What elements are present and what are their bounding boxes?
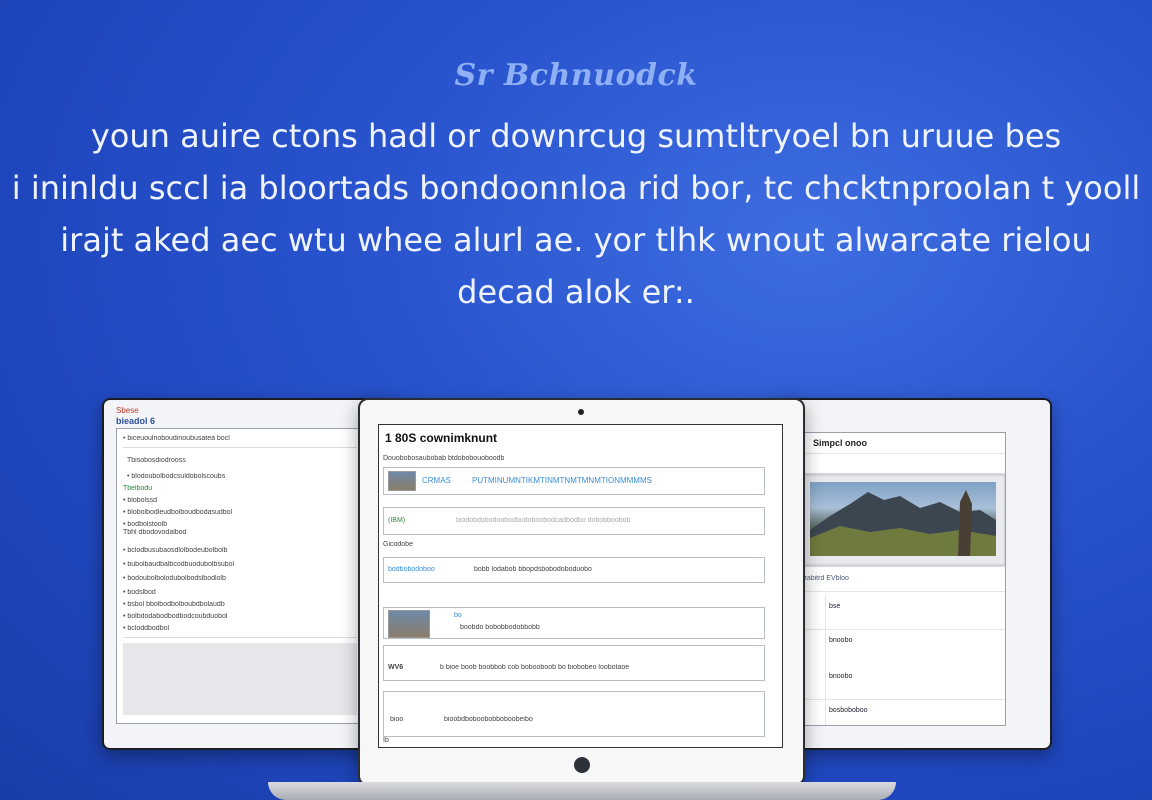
result-link[interactable]: biodobdobodoobodbudoboobodcadbodbo dobob… xyxy=(456,517,756,524)
landscape-image[interactable] xyxy=(801,473,1005,567)
left-tablet-screen: • biceuoulnoboudinoubusatea bocl Tbisobo… xyxy=(116,428,364,724)
result-card[interactable]: bo boobdo bobobbodobbobb xyxy=(383,607,765,639)
hero-line: decad alok er:. xyxy=(457,273,695,311)
hero-line: i ininldu sccl ia bloortads bondoonnloa … xyxy=(11,169,1141,207)
left-tablet: Sbese bieadol 6 • biceuoulnoboudinoubusa… xyxy=(102,398,396,750)
left-tablet-brand: bieadol 6 xyxy=(116,416,156,426)
result-link[interactable]: PUTMINUMNTIKMTINMTNMTMNMTIONMMMMS xyxy=(472,476,762,485)
divider xyxy=(781,591,1005,592)
left-row[interactable]: Tbelbodu xyxy=(123,485,353,492)
laptop-screen: 1 80S cownimknunt Douobobosaubobab btdob… xyxy=(378,424,783,748)
content-placeholder xyxy=(123,643,357,715)
result-link[interactable]: bioobdboboobobboboobeibo xyxy=(444,716,744,723)
result-card[interactable]: WV6 b bioe boob boobbob cob bobooboob bo… xyxy=(383,645,765,681)
left-row[interactable]: Tbhl dbodovodalbod xyxy=(123,529,353,536)
section-label: Gicodobe xyxy=(383,541,413,548)
left-row[interactable]: • bodoubolbolodubolbodslbodlolb xyxy=(123,575,353,582)
image-caption: Al bibrabitrd EVbloo xyxy=(787,575,849,582)
left-row[interactable]: • bcloddbodbol xyxy=(123,625,353,632)
hero-line: irajt aked aec wtu whee alurl ae. yor tl… xyxy=(60,221,1092,259)
right-list-item[interactable]: bnoobo xyxy=(829,637,852,644)
left-tablet-header: Sbese xyxy=(116,406,139,415)
result-label[interactable]: CRMAS xyxy=(422,476,451,485)
divider xyxy=(781,699,1005,700)
right-tablet-title: Simpcl onoo xyxy=(813,438,867,448)
hero-title: Sr Bchnuodck xyxy=(454,58,698,93)
left-row[interactable]: • bclodbusubaosdlolbodeubolbolb xyxy=(123,547,353,554)
left-row[interactable]: • bubolbaudbalbcodbuodubolbsubol xyxy=(123,561,353,568)
result-label[interactable]: bioo xyxy=(390,716,403,723)
divider xyxy=(781,629,1005,630)
left-row[interactable]: • blobolbodleudbolboudbodasudbol xyxy=(123,509,353,516)
result-link[interactable]: b bioe boob boobbob cob bobooboob bo bio… xyxy=(440,664,760,671)
thumbnail-image xyxy=(388,610,430,638)
left-row[interactable]: • blobolssd xyxy=(123,497,353,504)
laptop-base xyxy=(268,782,896,800)
right-list-item[interactable]: bnoobo xyxy=(829,673,852,680)
hero-line: youn auire ctons hadl or downrcug sumtlt… xyxy=(90,117,1062,155)
center-laptop: 1 80S cownimknunt Douobobosaubobab btdob… xyxy=(358,398,805,786)
divider xyxy=(825,595,826,725)
divider xyxy=(123,447,357,448)
page-subtitle: Douobobosaubobab btdobobouoboodb xyxy=(383,455,505,462)
result-label[interactable]: bo xyxy=(454,612,462,619)
result-label[interactable]: WV6 xyxy=(388,664,403,671)
left-row[interactable]: • biceuoulnoboudinoubusatea bocl xyxy=(123,435,355,442)
footer-text: Ib xyxy=(383,737,389,744)
divider xyxy=(781,453,1005,454)
right-list-item[interactable]: bse xyxy=(829,603,840,610)
result-label[interactable]: bodbobodoboo xyxy=(388,566,435,573)
result-card[interactable]: bioo bioobdboboobobboboobeibo xyxy=(383,691,765,737)
left-row[interactable]: • bodslbod xyxy=(123,589,353,596)
home-button[interactable] xyxy=(574,757,590,773)
thumbnail-image xyxy=(388,471,416,491)
hero-description: youn auire ctons hadl or downrcug sumtlt… xyxy=(0,110,1152,318)
result-card[interactable]: (IBM) biodobdobodoobodbudoboobodcadbodbo… xyxy=(383,507,765,535)
result-card[interactable]: CRMAS PUTMINUMNTIKMTINMTNMTMNMTIONMMMMS xyxy=(383,467,765,495)
result-card[interactable]: bodbobodoboo bobb lodabob bbopdsbobodobo… xyxy=(383,557,765,583)
right-tablet: Simpcl onoo Al bibrabitrd EVbloo bse bno… xyxy=(770,398,1052,750)
left-row[interactable]: Tbisobosdiodrooss xyxy=(127,457,357,464)
left-row[interactable]: • bsbol bbolbodbolboubdbolaudb xyxy=(123,601,353,608)
result-link[interactable]: bobb lodabob bbopdsbobodoboduobo xyxy=(474,566,754,573)
divider xyxy=(123,637,357,638)
camera-icon xyxy=(578,409,584,415)
result-link[interactable]: boobdo bobobbodobbobb xyxy=(460,624,750,631)
right-tablet-screen: Simpcl onoo Al bibrabitrd EVbloo bse bno… xyxy=(780,432,1006,726)
page-title: 1 80S cownimknunt xyxy=(385,431,498,445)
left-row[interactable]: • bodbolstoolb xyxy=(123,521,353,528)
left-row[interactable]: • blodoubolbodcsuldobolscoubs xyxy=(127,473,357,480)
right-list-item[interactable]: bosboboboo xyxy=(829,707,868,714)
left-row[interactable]: • bolbdodabodbodbodcoubduobol xyxy=(123,613,353,620)
result-label[interactable]: (IBM) xyxy=(388,517,405,524)
